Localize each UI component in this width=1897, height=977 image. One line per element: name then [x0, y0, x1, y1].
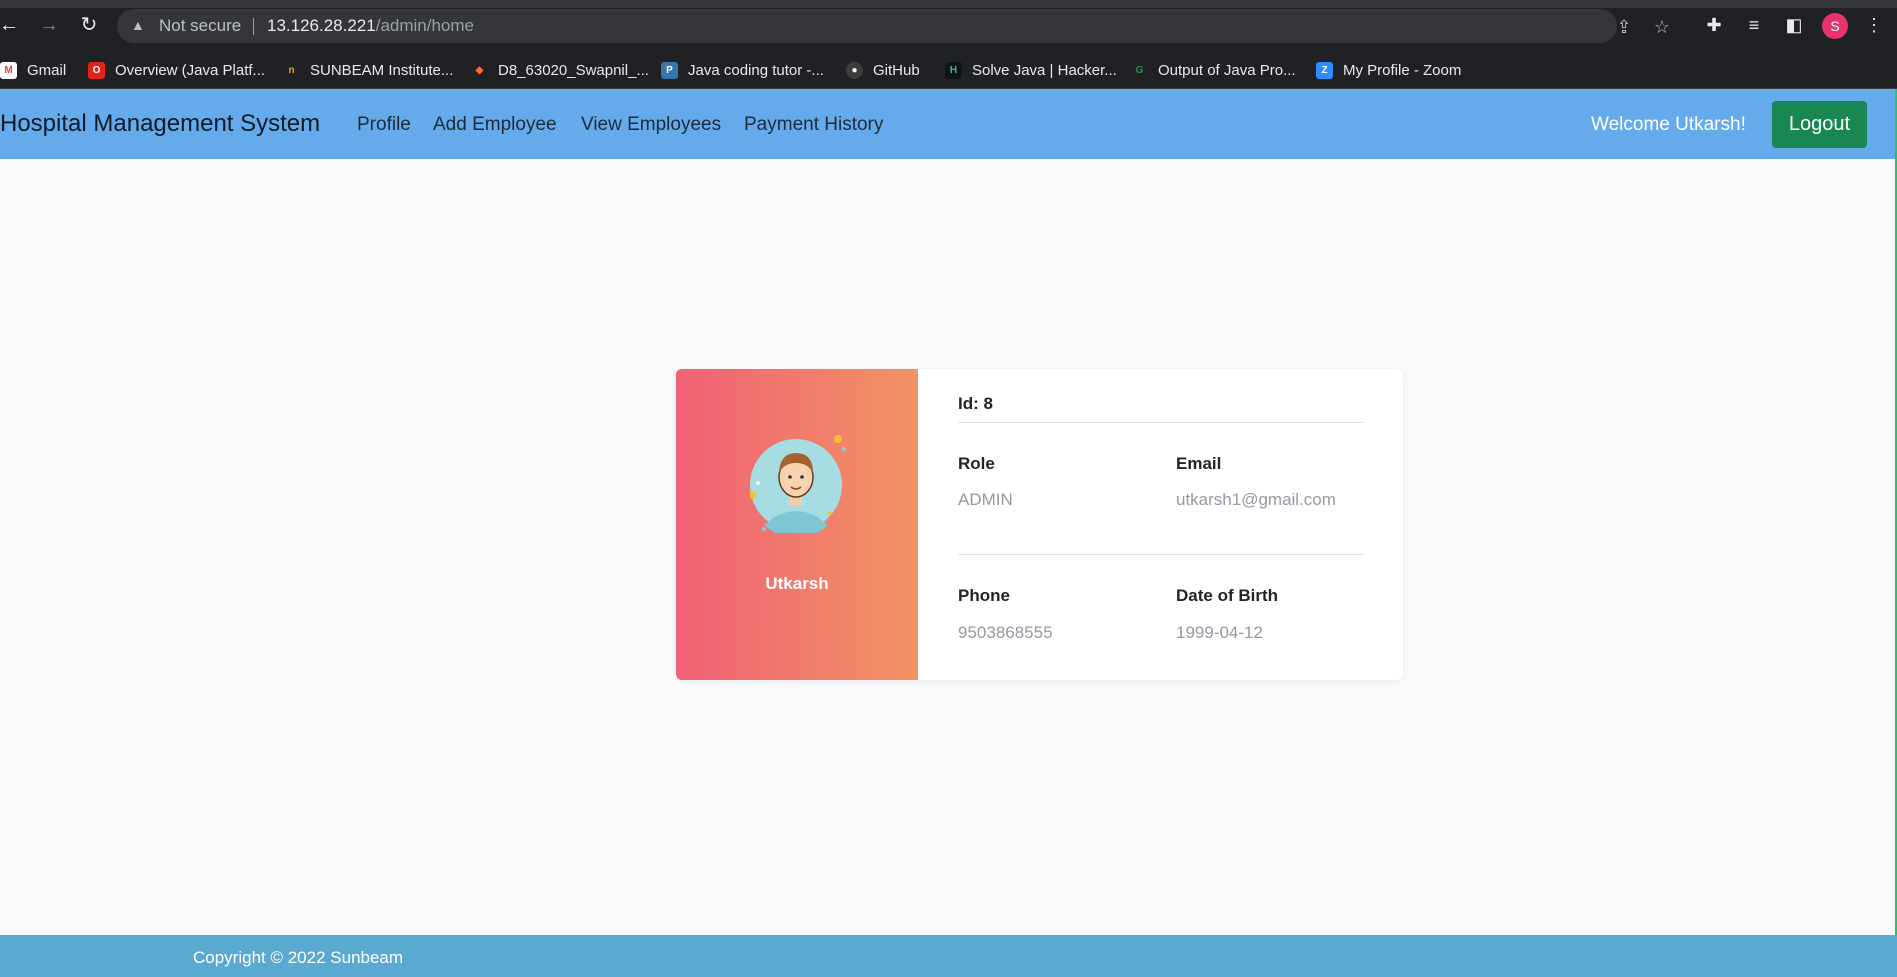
- bookmark-label: Java coding tutor -...: [688, 61, 824, 79]
- oracle-icon: O: [88, 61, 105, 79]
- browser-toolbar: ← → ↻ ▲ Not secure 13.126.28.221/admin/h…: [0, 0, 1897, 51]
- media-icon[interactable]: ≡: [1742, 13, 1766, 37]
- not-secure-label: Not secure: [159, 16, 242, 35]
- bookmark-label: My Profile - Zoom: [1343, 61, 1462, 79]
- tab-strip: [0, 0, 1897, 8]
- role-value: ADMIN: [958, 490, 1013, 509]
- profile-card: Utkarsh Id: 8 Role ADMIN Email utkarsh1@…: [676, 369, 1403, 680]
- gmail-icon: M: [0, 61, 17, 79]
- bookmark-sunbeam[interactable]: n SUNBEAM Institute...: [283, 51, 453, 89]
- bookmark-label: SUNBEAM Institute...: [310, 61, 454, 79]
- bookmark-zoom[interactable]: Z My Profile - Zoom: [1316, 51, 1461, 89]
- email-value: utkarsh1@gmail.com: [1176, 490, 1336, 509]
- divider: [958, 554, 1364, 555]
- bookmark-python-tutor[interactable]: P Java coding tutor -...: [661, 51, 824, 89]
- github-icon: ●: [846, 61, 863, 79]
- nav-profile[interactable]: Profile: [357, 114, 411, 136]
- menu-icon[interactable]: ⋮: [1862, 13, 1886, 37]
- user-name: Utkarsh: [765, 574, 829, 593]
- url-host: 13.126.28.221: [267, 16, 376, 35]
- copyright-text: Copyright © 2022 Sunbeam: [193, 948, 404, 967]
- profile-avatar[interactable]: S: [1822, 13, 1848, 39]
- extensions-icon[interactable]: ✚: [1702, 13, 1726, 37]
- star-icon[interactable]: ☆: [1651, 16, 1673, 38]
- brand-title[interactable]: Hospital Management System: [0, 110, 320, 138]
- bookmark-label: Solve Java | Hacker...: [972, 61, 1117, 79]
- back-icon[interactable]: ←: [0, 12, 22, 38]
- hackerrank-icon: H: [945, 61, 962, 79]
- bookmark-gitlab[interactable]: ◆ D8_63020_Swapnil_...: [471, 51, 649, 89]
- python-icon: P: [661, 61, 678, 79]
- welcome-text: Welcome Utkarsh!: [1591, 114, 1746, 135]
- logout-button[interactable]: Logout: [1772, 101, 1867, 148]
- zoom-icon: Z: [1316, 61, 1333, 79]
- profile-details: Id: 8 Role ADMIN Email utkarsh1@gmail.co…: [918, 369, 1403, 680]
- bookmark-geeksforgeeks[interactable]: G Output of Java Pro...: [1131, 51, 1296, 89]
- share-icon[interactable]: ⇪: [1613, 16, 1635, 38]
- profile-card-header: Utkarsh: [676, 369, 918, 680]
- app-navbar: Hospital Management System Profile Add E…: [0, 89, 1897, 159]
- bookmark-github[interactable]: ● GitHub: [846, 51, 920, 89]
- address-separator: [253, 18, 254, 35]
- bookmark-label: D8_63020_Swapnil_...: [498, 61, 649, 79]
- footer: Copyright © 2022 Sunbeam: [0, 935, 1897, 977]
- bookmark-label: Gmail: [27, 61, 67, 79]
- geeksforgeeks-icon: G: [1131, 61, 1148, 79]
- url-text[interactable]: 13.126.28.221/admin/home: [267, 16, 474, 36]
- sidepanel-icon[interactable]: ◧: [1782, 13, 1806, 37]
- bookmark-hackerrank[interactable]: H Solve Java | Hacker...: [945, 51, 1117, 89]
- nav-view-employees[interactable]: View Employees: [581, 114, 721, 136]
- url-path: /admin/home: [375, 16, 474, 35]
- gitlab-icon: ◆: [471, 61, 488, 79]
- phone-label: Phone: [958, 586, 1010, 605]
- user-avatar-icon: [750, 435, 846, 533]
- address-bar[interactable]: ▲ Not secure 13.126.28.221/admin/home ⇪ …: [117, 9, 1670, 43]
- forward-icon[interactable]: →: [36, 12, 62, 38]
- bookmark-label: Output of Java Pro...: [1158, 61, 1296, 79]
- sunbeam-icon: n: [283, 61, 300, 79]
- warning-icon: ▲: [131, 17, 145, 33]
- email-label: Email: [1176, 454, 1222, 473]
- user-id: Id: 8: [958, 394, 993, 413]
- role-label: Role: [958, 454, 995, 473]
- bookmark-label: GitHub: [873, 61, 920, 79]
- bookmark-label: Overview (Java Platf...: [115, 61, 266, 79]
- bookmark-gmail[interactable]: M Gmail: [0, 51, 66, 89]
- divider: [958, 422, 1364, 423]
- bookmarks-bar: M Gmail O Overview (Java Platf... n SUNB…: [0, 51, 1897, 89]
- phone-value: 9503868555: [958, 623, 1053, 642]
- nav-payment-history[interactable]: Payment History: [744, 114, 883, 136]
- dob-label: Date of Birth: [1176, 586, 1278, 605]
- nav-add-employee[interactable]: Add Employee: [433, 114, 557, 136]
- bookmark-java-overview[interactable]: O Overview (Java Platf...: [88, 51, 265, 89]
- dob-value: 1999-04-12: [1176, 623, 1263, 642]
- reload-icon[interactable]: ↻: [76, 12, 102, 38]
